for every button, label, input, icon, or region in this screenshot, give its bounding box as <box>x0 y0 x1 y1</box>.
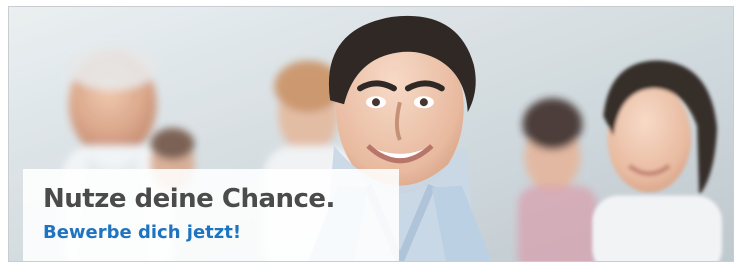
headline: Nutze deine Chance. <box>43 184 335 214</box>
career-banner[interactable]: Nutze deine Chance. Bewerbe dich jetzt! <box>8 6 734 262</box>
apply-now-link[interactable]: Bewerbe dich jetzt! <box>43 221 241 245</box>
overlay-card: Nutze deine Chance. Bewerbe dich jetzt! <box>23 169 399 261</box>
